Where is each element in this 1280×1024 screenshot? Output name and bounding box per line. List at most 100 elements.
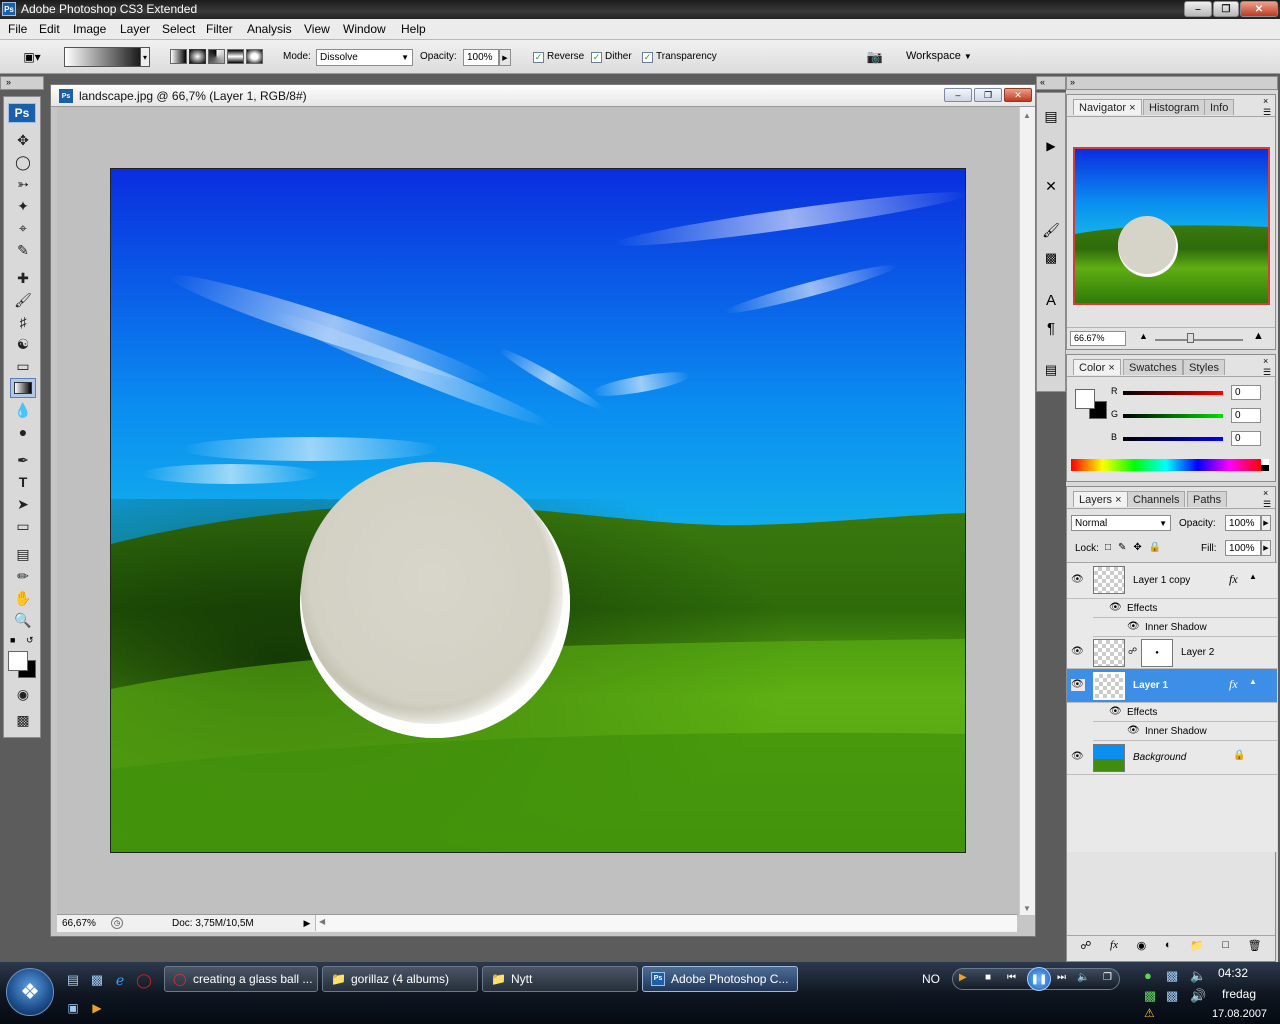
new-group-icon[interactable]: 📁 xyxy=(1190,939,1204,957)
eye-icon[interactable]: 👁 xyxy=(1109,602,1122,613)
channel-b-input[interactable]: 0 xyxy=(1231,431,1261,446)
switch-windows-icon[interactable]: ▩ xyxy=(88,971,106,989)
layer-name[interactable]: Layer 1 xyxy=(1133,680,1168,691)
fill-input[interactable]: 100% xyxy=(1225,540,1261,556)
tab-histogram[interactable]: Histogram xyxy=(1143,99,1206,115)
healing-brush-tool-icon[interactable]: ✚ xyxy=(10,268,36,288)
workspace-button[interactable]: Workspace ▼ xyxy=(906,50,972,62)
channel-g-input[interactable]: 0 xyxy=(1231,408,1261,423)
status-clock-icon[interactable]: ◷ xyxy=(111,917,123,929)
paragraph-panel-icon[interactable]: ¶ xyxy=(1040,317,1062,339)
minimize-button[interactable]: – xyxy=(1184,1,1212,17)
gradient-tool-preset-icon[interactable]: ▣▾ xyxy=(14,48,50,66)
opacity-slider-arrow-icon[interactable]: ▶ xyxy=(499,49,511,66)
eye-icon[interactable]: 👁 xyxy=(1071,574,1085,586)
dock-strip-header[interactable]: « xyxy=(1036,76,1066,90)
gradient-picker[interactable] xyxy=(64,47,150,67)
doc-restore-button[interactable]: ❐ xyxy=(974,88,1002,102)
tab-paths[interactable]: Paths xyxy=(1187,491,1228,507)
transparency-checkbox[interactable]: ✓ xyxy=(642,52,653,63)
expand-arrows-icon[interactable]: » xyxy=(1070,77,1075,87)
restore-button[interactable]: ❐ xyxy=(1213,1,1239,17)
opacity-input[interactable]: 100% xyxy=(463,49,499,66)
brush-tool-icon[interactable]: 🖌 xyxy=(10,290,36,310)
sound-icon[interactable]: 🔈 xyxy=(1190,968,1206,984)
radial-gradient-icon[interactable] xyxy=(189,49,206,64)
link-layers-icon[interactable]: ☍ xyxy=(1080,939,1091,957)
zoom-level[interactable]: 66,67% xyxy=(62,918,96,929)
eye-icon[interactable]: 👁 xyxy=(1071,646,1085,658)
channel-r-input[interactable]: 0 xyxy=(1231,385,1261,400)
taskbar-button[interactable]: 📁 gorillaz (4 albums) xyxy=(322,966,478,992)
layer-row[interactable]: 👁 Layer 1 copy fx ▲ xyxy=(1067,563,1277,599)
diamond-gradient-icon[interactable] xyxy=(246,49,263,64)
panel-close-icon[interactable]: × xyxy=(1263,96,1268,106)
layer-name[interactable]: Layer 1 copy xyxy=(1133,575,1190,586)
tab-layers[interactable]: Layers × xyxy=(1073,491,1128,507)
previous-icon[interactable]: ⏮ xyxy=(1007,972,1016,983)
quicklaunch-app-icon[interactable]: ▣ xyxy=(64,1000,82,1016)
tray-app-icon[interactable]: ▩ xyxy=(1166,988,1178,1004)
taskbar-button-active[interactable]: Ps Adobe Photoshop C... xyxy=(642,966,798,992)
status-menu-arrow-icon[interactable]: ▶ xyxy=(302,917,312,930)
horizontal-scrollbar[interactable]: ◀ xyxy=(315,915,1017,931)
menu-file[interactable]: File xyxy=(8,22,27,36)
opacity-arrow-icon[interactable]: ▶ xyxy=(1261,515,1271,531)
chain-link-icon[interactable]: ☍ xyxy=(1128,646,1137,657)
zoom-slider[interactable] xyxy=(1155,339,1243,341)
tool-presets-icon[interactable]: ✕ xyxy=(1040,175,1062,197)
foreground-color-swatch[interactable] xyxy=(8,651,28,671)
effect-row[interactable]: 👁 Inner Shadow xyxy=(1093,618,1277,637)
color-ramp-bw[interactable] xyxy=(1261,459,1269,471)
eye-icon[interactable]: 👁 xyxy=(1071,679,1085,691)
eye-icon[interactable]: 👁 xyxy=(1109,706,1122,717)
eraser-tool-icon[interactable]: ▭ xyxy=(10,356,36,376)
add-style-icon[interactable]: fx xyxy=(1110,939,1118,957)
layer-mask-thumbnail[interactable]: ● xyxy=(1141,639,1173,667)
marquee-tool-icon[interactable]: ◯ xyxy=(10,152,36,172)
volume-icon[interactable]: 🔈 xyxy=(1077,972,1089,983)
quick-mask-icon[interactable]: ◉ xyxy=(10,684,36,704)
layer-row[interactable]: 👁 ☍ ● Layer 2 xyxy=(1067,637,1277,669)
channel-g-slider[interactable] xyxy=(1123,414,1223,418)
restore-player-icon[interactable]: ❐ xyxy=(1103,972,1112,983)
move-tool-icon[interactable]: ✥ xyxy=(10,130,36,150)
internet-explorer-icon[interactable]: ℯ xyxy=(111,971,129,989)
eye-icon[interactable]: 👁 xyxy=(1071,751,1085,763)
doc-close-button[interactable]: ✕ xyxy=(1004,88,1032,102)
pause-icon[interactable]: ❚❚ xyxy=(1027,967,1051,991)
dither-checkbox[interactable]: ✓ xyxy=(591,52,602,63)
menu-layer[interactable]: Layer xyxy=(120,22,150,36)
tab-info[interactable]: Info xyxy=(1204,99,1235,115)
eye-icon[interactable]: 👁 xyxy=(1127,621,1140,632)
scroll-up-icon[interactable]: ▲ xyxy=(1023,111,1031,120)
doc-minimize-button[interactable]: – xyxy=(944,88,972,102)
slice-tool-icon[interactable]: ✎ xyxy=(10,240,36,260)
actions-panel-icon[interactable]: ▶ xyxy=(1040,135,1062,157)
scroll-down-icon[interactable]: ▼ xyxy=(1023,904,1031,913)
bridge-icon[interactable]: 📷 xyxy=(864,47,886,67)
history-brush-tool-icon[interactable]: ☯ xyxy=(10,334,36,354)
reflected-gradient-icon[interactable] xyxy=(227,49,244,64)
pen-tool-icon[interactable]: ✒ xyxy=(10,450,36,470)
brushes-panel-icon[interactable]: 🖌 xyxy=(1040,219,1062,241)
angle-gradient-icon[interactable] xyxy=(208,49,225,64)
tray-app-icon[interactable]: ▩ xyxy=(1144,988,1156,1004)
fill-arrow-icon[interactable]: ▶ xyxy=(1261,540,1271,556)
blur-tool-icon[interactable]: 💧 xyxy=(10,400,36,420)
security-icon[interactable]: ⚠ xyxy=(1144,1006,1155,1020)
adjustment-layer-icon[interactable]: ◐ xyxy=(1165,939,1172,957)
linear-gradient-icon[interactable] xyxy=(170,49,187,64)
history-panel-icon[interactable]: ▤ xyxy=(1040,105,1062,127)
messenger-icon[interactable]: ● xyxy=(1144,968,1152,983)
effects-row[interactable]: 👁 Effects xyxy=(1093,703,1277,722)
fx-icon[interactable]: fx xyxy=(1229,677,1238,692)
eyedropper-tool-icon[interactable]: ✏ xyxy=(10,566,36,586)
menu-image[interactable]: Image xyxy=(73,22,106,36)
language-indicator[interactable]: NO xyxy=(922,972,940,986)
scroll-left-icon[interactable]: ◀ xyxy=(319,917,325,926)
layer-row-selected[interactable]: 👁 Layer 1 fx ▲ xyxy=(1067,669,1277,703)
expand-effects-icon[interactable]: ▲ xyxy=(1249,572,1257,581)
reverse-checkbox[interactable]: ✓ xyxy=(533,52,544,63)
menu-edit[interactable]: Edit xyxy=(39,22,60,36)
